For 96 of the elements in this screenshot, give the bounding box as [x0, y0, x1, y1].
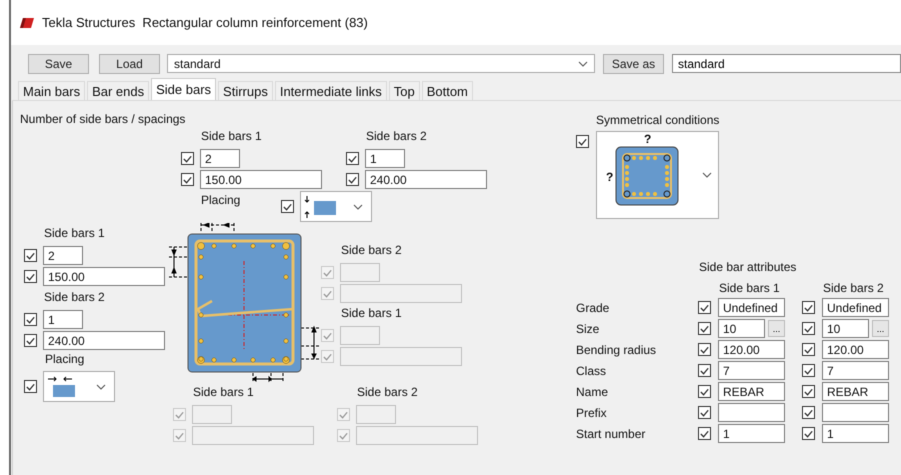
input-field[interactable]: REBAR	[822, 382, 889, 401]
section-title: Number of side bars / spacings	[20, 112, 186, 126]
checkbox[interactable]	[24, 270, 37, 283]
column-header: Side bars 2	[822, 280, 885, 294]
checkbox[interactable]	[281, 200, 294, 213]
attribute-label: Name	[576, 384, 610, 398]
input-field[interactable]: 150.00	[43, 267, 165, 286]
group-label: Side bars 2	[44, 290, 106, 306]
checkbox[interactable]	[802, 364, 815, 377]
symmetry-dropdown[interactable]: ? ?	[596, 131, 719, 219]
attribute-label: Start number	[576, 426, 646, 440]
input-field[interactable]: 2	[200, 149, 240, 168]
attribute-label: Prefix	[576, 406, 608, 420]
browse-button[interactable]: ...	[768, 320, 785, 337]
checkbox[interactable]	[698, 343, 711, 356]
input-field[interactable]: 2	[43, 246, 83, 265]
preset-dropdown[interactable]: standard	[167, 54, 595, 73]
checkbox[interactable]	[24, 249, 37, 262]
checkbox[interactable]	[802, 343, 815, 356]
input-field[interactable]: Undefined	[822, 298, 889, 317]
placing-dropdown[interactable]	[43, 371, 115, 402]
checkbox[interactable]	[24, 313, 37, 326]
tab[interactable]: Intermediate links	[274, 81, 387, 100]
tab[interactable]: Main bars	[18, 81, 86, 100]
input-field[interactable]: 1	[822, 424, 889, 443]
save-button[interactable]: Save	[28, 54, 89, 74]
input-field[interactable]	[822, 403, 889, 422]
column-section-icon	[614, 145, 680, 207]
input-field[interactable]: Undefined	[718, 298, 785, 317]
group-label: Side bars 2	[357, 385, 419, 401]
tab[interactable]: Stirrups	[218, 81, 273, 100]
checkbox[interactable]	[802, 406, 815, 419]
group-label: Side bars 1	[44, 226, 106, 242]
checkbox[interactable]	[181, 173, 194, 186]
question-mark: ?	[644, 132, 652, 146]
placing-dropdown[interactable]	[300, 191, 372, 222]
window-title: Tekla Structures Rectangular column reinforcement (83)	[42, 15, 368, 30]
group-label: Side bars 2	[341, 243, 403, 259]
checkbox[interactable]	[346, 173, 359, 186]
input-field[interactable]: 7	[718, 361, 785, 380]
checkbox[interactable]	[576, 135, 589, 148]
checkbox[interactable]	[24, 334, 37, 347]
placing-label: Placing	[201, 193, 240, 207]
checkbox[interactable]	[802, 301, 815, 314]
tab[interactable]: Side bars	[151, 78, 216, 100]
input-field[interactable]: 10	[822, 319, 869, 338]
group-label: Side bars 1	[341, 306, 403, 322]
input-field[interactable]: 1	[43, 310, 83, 329]
checkbox[interactable]	[698, 406, 711, 419]
question-mark: ?	[606, 170, 614, 184]
tab[interactable]: Top	[388, 81, 420, 100]
group-label: Side bars 1	[193, 385, 255, 401]
placing-icon	[304, 194, 338, 218]
checkbox[interactable]	[698, 385, 711, 398]
group-label: Side bars 1	[201, 129, 263, 145]
attribute-label: Class	[576, 364, 608, 378]
section-title: Symmetrical conditions	[596, 113, 720, 129]
attribute-label: Bending radius	[576, 342, 658, 356]
input-field[interactable]: 120.00	[718, 340, 785, 359]
checkbox[interactable]	[24, 380, 37, 393]
column-header: Side bars 1	[718, 280, 781, 294]
input-field[interactable]: REBAR	[718, 382, 785, 401]
attribute-label: Grade	[576, 300, 610, 314]
input-field[interactable]: 120.00	[822, 340, 889, 359]
input-field[interactable]: 7	[822, 361, 889, 380]
load-button[interactable]: Load	[99, 54, 160, 74]
browse-button[interactable]: ...	[872, 320, 889, 337]
checkbox[interactable]	[698, 364, 711, 377]
tab[interactable]: Bottom	[422, 81, 473, 100]
input-field[interactable]: 150.00	[200, 170, 322, 189]
section-title: Side bar attributes	[699, 260, 798, 276]
chevron-icon	[578, 60, 588, 66]
save-as-button[interactable]: Save as	[603, 54, 664, 74]
chevron-icon	[353, 204, 363, 210]
chevron-icon	[96, 384, 106, 390]
group-label: Side bars 2	[366, 129, 428, 145]
checkbox[interactable]	[698, 322, 711, 335]
input-field[interactable]	[718, 403, 785, 422]
input-field[interactable]: 1	[718, 424, 785, 443]
checkbox[interactable]	[802, 322, 815, 335]
checkbox[interactable]	[346, 152, 359, 165]
checkbox[interactable]	[802, 385, 815, 398]
checkbox[interactable]	[698, 301, 711, 314]
attribute-label: Size	[576, 322, 600, 336]
save-as-field[interactable]: standard	[672, 54, 901, 73]
checkbox[interactable]	[698, 427, 711, 440]
chevron-icon	[702, 172, 712, 178]
input-field[interactable]: 1	[365, 149, 405, 168]
checkbox[interactable]	[802, 427, 815, 440]
app-logo-icon	[20, 18, 34, 28]
input-field[interactable]: 240.00	[43, 331, 165, 350]
input-field[interactable]: 10	[718, 319, 765, 338]
tab[interactable]: Bar ends	[87, 81, 150, 100]
checkbox[interactable]	[181, 152, 194, 165]
input-field[interactable]: 240.00	[365, 170, 487, 189]
placing-label: Placing	[45, 352, 84, 366]
